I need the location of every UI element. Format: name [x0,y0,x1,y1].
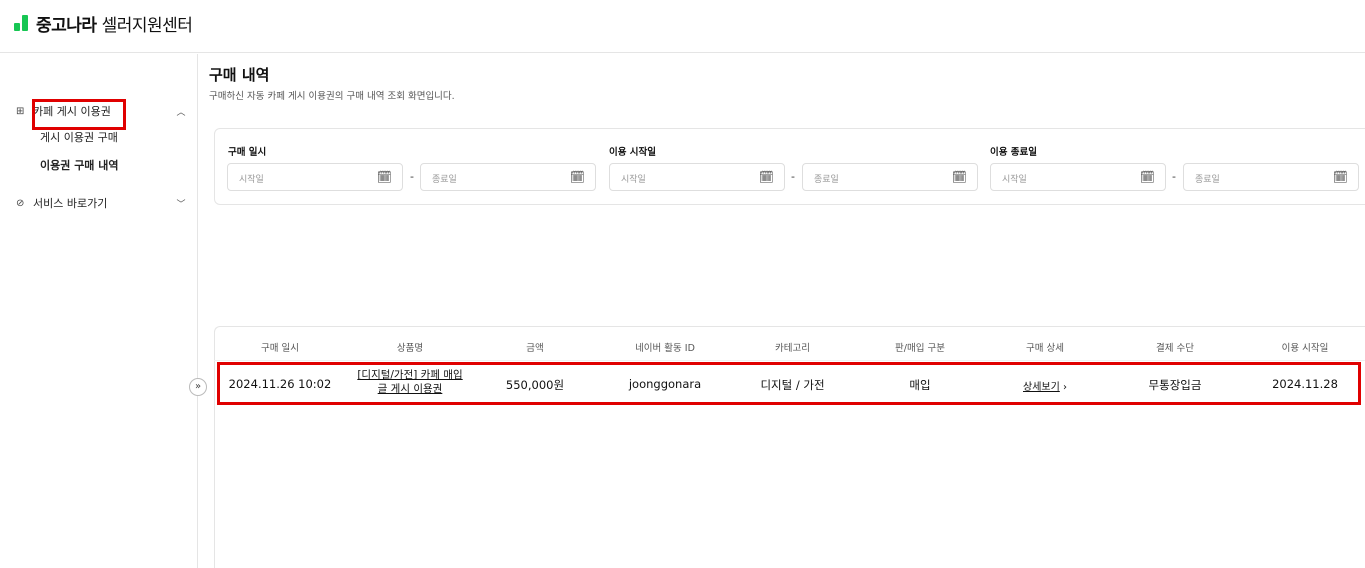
column-header-trade-type: 판/매입 구분 [895,343,945,354]
use-end-date-start-input[interactable]: 시작일 🗓 [990,163,1166,191]
column-header-payment: 결제 수단 [1156,343,1194,354]
sidebar-item-purchase-history[interactable]: 이용권 구매 내역 [40,157,119,173]
column-header-product: 상품명 [396,343,424,354]
purchase-date-end-input[interactable]: 종료일 🗓 [420,163,596,191]
column-header-amount: 금액 [526,343,544,354]
range-separator: - [1172,170,1176,183]
brand-subtitle: 셀러지원센터 [101,15,193,36]
input-placeholder: 시작일 [239,175,264,185]
calendar-icon[interactable]: 🗓 [1333,170,1348,184]
filter-label-purchase-date: 구매 일시 [228,147,267,158]
use-start-date-start-input[interactable]: 시작일 🗓 [609,163,785,191]
calendar-icon[interactable]: 🗓 [1140,170,1155,184]
purchase-date-start-input[interactable]: 시작일 🗓 [227,163,403,191]
sidebar-item-buy-ticket[interactable]: 게시 이용권 구매 [40,129,118,145]
link-icon: ⊘ [16,197,25,209]
highlight-box-row [217,362,1361,405]
input-placeholder: 시작일 [621,175,646,185]
filter-label-use-start-date: 이용 시작일 [609,147,657,158]
page-title: 구매 내역 [209,66,270,84]
calendar-icon[interactable]: 🗓 [759,170,774,184]
grid-icon: ⊞ [16,105,25,117]
calendar-icon[interactable]: 🗓 [952,170,967,184]
column-header-detail: 구매 상세 [1026,343,1064,354]
column-header-purchase-datetime: 구매 일시 [261,343,299,354]
logo[interactable]: 중고나라 셀러지원센터 [12,11,193,36]
calendar-icon[interactable]: 🗓 [377,170,392,184]
page-description: 구매하신 자동 카페 게시 이용권의 구매 내역 조회 화면입니다. [209,91,455,102]
range-separator: - [410,170,414,183]
sidebar-collapse-button[interactable]: » [189,378,207,396]
chevron-up-icon: ︿ [176,107,186,118]
sidebar-group-label: 서비스 바로가기 [33,197,108,210]
filter-label-use-end-date: 이용 종료일 [990,147,1038,158]
chevron-down-icon: ﹀ [176,199,186,210]
input-placeholder: 종료일 [432,175,457,185]
use-start-date-end-input[interactable]: 종료일 🗓 [802,163,978,191]
highlight-box-sidebar [32,99,126,130]
header: 중고나라 셀러지원센터 [0,0,1365,53]
calendar-icon[interactable]: 🗓 [570,170,585,184]
range-separator: - [791,170,795,183]
column-header-use-start: 이용 시작일 [1281,343,1329,354]
input-placeholder: 종료일 [814,175,839,185]
brand-name: 중고나라 [36,15,97,36]
brand-logo-icon [12,13,32,33]
column-header-category: 카테고리 [775,343,810,354]
use-end-date-end-input[interactable]: 종료일 🗓 [1183,163,1359,191]
header-divider [214,360,1365,361]
input-placeholder: 시작일 [1002,175,1027,185]
input-placeholder: 종료일 [1195,175,1220,185]
column-header-naver-id: 네이버 활동 ID [635,343,695,354]
sidebar-group-service-links[interactable]: ⊘ 서비스 바로가기 ﹀ [16,195,186,211]
